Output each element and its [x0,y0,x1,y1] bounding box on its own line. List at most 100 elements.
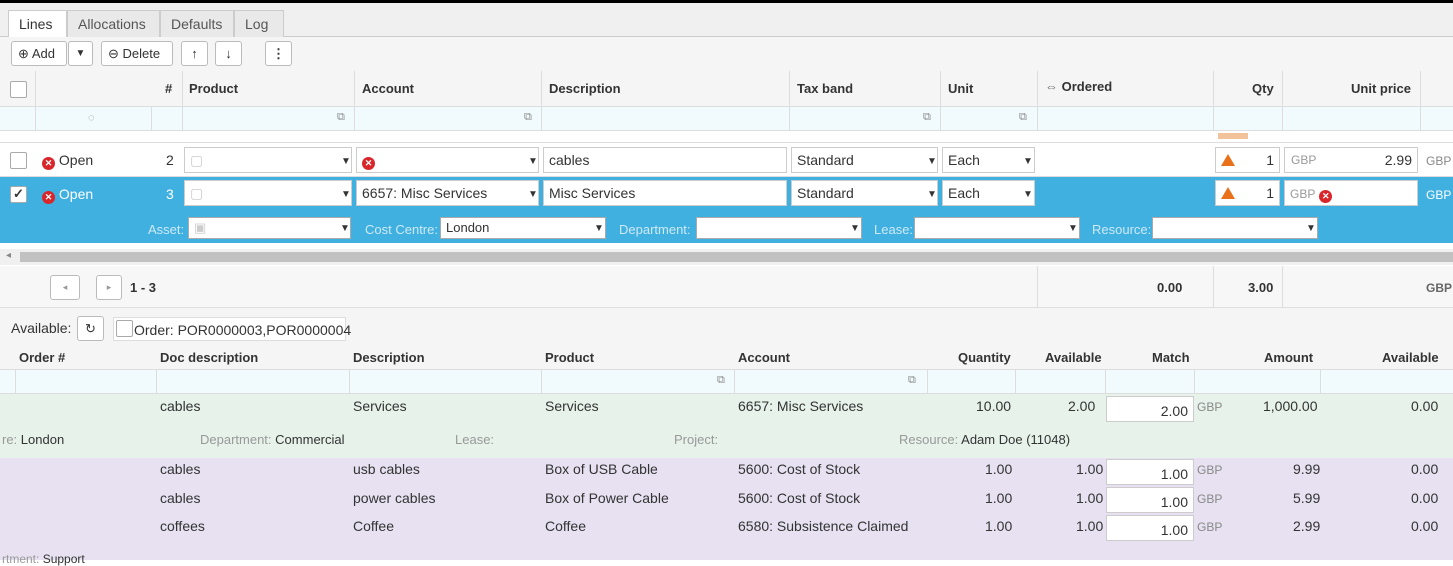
expand-icon[interactable]: ⧉ [717,374,725,387]
error-icon: ✕ [42,157,55,170]
chevron-left-icon: ◂ [62,282,68,292]
amount: 1,000.00 [1263,398,1318,414]
lines-footer: ◂ ▸ 1 - 3 0.00 3.00 GBP [0,266,1453,308]
chevron-down-icon[interactable]: ▼ [927,189,937,200]
resource-select[interactable] [1152,217,1318,239]
col-qty[interactable]: Qty [1252,71,1274,107]
match-input[interactable]: 1.00 [1106,487,1194,513]
tab-log[interactable]: Log [234,10,284,38]
tab-allocations[interactable]: Allocations [67,10,160,38]
tab-lines[interactable]: Lines [8,10,67,38]
table-row[interactable]: ✕ Open 2 ▢ ▼ ✕ ▼ cables Standard ▼ Each … [0,144,1453,177]
col-product[interactable]: Product [189,71,238,107]
match-input[interactable]: 2.00 [1106,396,1194,422]
scrollbar-thumb[interactable] [20,252,1453,262]
order-filter[interactable]: Order: POR0000003,POR0000004 [113,317,351,341]
currency-label: GBP [1197,400,1223,414]
tab-defaults[interactable]: Defaults [160,10,234,38]
resource-label: Resource: [1092,222,1152,237]
row-checkbox-checked[interactable]: ✓ [10,186,27,203]
col-quantity[interactable]: Quantity [958,346,1011,370]
tax-band-select[interactable]: Standard [791,180,938,206]
order-checkbox[interactable] [116,320,133,337]
expand-icon[interactable]: ⧉ [923,111,931,124]
select-all-checkbox[interactable] [10,81,27,98]
more-options-button[interactable]: ⋮ [265,41,292,66]
scroll-left-icon[interactable]: ◂ [6,250,11,261]
col-description[interactable]: Description [353,346,425,370]
match-input[interactable]: 1.00 [1106,515,1194,541]
product-select[interactable]: ▢ [184,147,352,173]
col-available[interactable]: Available [1045,346,1102,370]
project-label: Project: [674,432,719,447]
chevron-down-icon[interactable]: ▼ [1023,189,1033,200]
col-doc-description[interactable]: Doc description [160,346,258,370]
chevron-down-icon[interactable]: ▼ [1068,223,1078,234]
chevron-down-icon[interactable]: ▼ [594,223,604,234]
unit-select[interactable]: Each [942,180,1035,206]
expand-icon[interactable]: ⧉ [524,111,532,124]
description-input[interactable]: Misc Services [543,180,787,206]
col-tax-band[interactable]: Tax band [797,71,853,107]
available-2: 0.00 [1411,518,1439,534]
order-filter-text: Order: POR0000003,POR0000004 [134,322,352,338]
chevron-down-icon[interactable]: ▼ [341,156,351,167]
doc-description: cables [160,398,201,414]
chevron-down-icon[interactable]: ▼ [528,156,538,167]
available-label: Available: [11,320,72,336]
col-number[interactable]: # [165,71,172,107]
row-checkbox[interactable] [10,152,27,169]
col-available-2[interactable]: Available [1382,346,1439,370]
col-account[interactable]: Account [362,71,414,107]
add-dropdown-button[interactable]: ▼ [68,41,93,66]
move-up-button[interactable]: ↑ [181,41,208,66]
match-row-group-green: cables Services Services 6657: Misc Serv… [0,394,1453,458]
chevron-down-icon[interactable]: ▼ [927,156,937,167]
unit-price-input[interactable]: GBP ✕ [1284,180,1418,206]
next-page-button[interactable]: ▸ [96,275,122,300]
tax-band-select[interactable]: Standard [791,147,938,173]
chevron-down-icon[interactable]: ▼ [341,189,351,200]
chevron-down-icon[interactable]: ▼ [1306,223,1316,234]
account-select[interactable]: ✕ [356,147,539,173]
add-button[interactable]: ⊕ Add [11,41,67,66]
match-input[interactable]: 1.00 [1106,459,1194,485]
delete-button[interactable]: ⊖ Delete [101,41,173,66]
refresh-icon: ↻ [85,321,96,336]
lines-grid-header: # Product Account Description Tax band U… [0,71,1453,107]
account-select[interactable]: 6657: Misc Services [356,180,539,206]
col-ordered[interactable]: ⇔ Ordered [1045,69,1112,105]
prev-page-button[interactable]: ◂ [50,275,80,300]
col-amount[interactable]: Amount [1264,346,1313,370]
col-product[interactable]: Product [545,346,594,370]
product-select[interactable]: ▢ [184,180,352,206]
col-account[interactable]: Account [738,346,790,370]
col-match[interactable]: Match [1152,346,1190,370]
cost-centre-select[interactable]: London [440,217,606,239]
department-select[interactable] [696,217,862,239]
expand-icon[interactable]: ⧉ [337,111,345,124]
col-order-number[interactable]: Order # [19,346,65,370]
unit-price-input[interactable]: GBP 2.99 [1284,147,1418,173]
col-description[interactable]: Description [549,71,621,107]
chevron-down-icon[interactable]: ▼ [1023,156,1033,167]
expand-icon[interactable]: ⧉ [908,374,916,387]
move-down-button[interactable]: ↓ [215,41,242,66]
refresh-button[interactable]: ↻ [77,316,104,341]
unit-select[interactable]: Each [942,147,1035,173]
description-input[interactable]: cables [543,147,787,173]
lease-select[interactable] [914,217,1080,239]
expand-icon[interactable]: ⧉ [1019,111,1027,124]
chevron-down-icon[interactable]: ▼ [528,189,538,200]
department-label: Department: [619,222,691,237]
error-icon: ✕ [1319,190,1333,203]
selected-row[interactable]: ✓ ✕ Open 3 ▢ ▼ 6657: Misc Services ▼ Mis… [0,177,1453,243]
horizontal-scrollbar[interactable]: ◂ [0,249,1453,265]
currency-label: GBP [1197,520,1223,534]
col-unit[interactable]: Unit [948,71,973,107]
asset-select[interactable]: ▣ [188,217,351,239]
chevron-down-icon[interactable]: ▼ [340,223,350,234]
radio-icon: ◌ [88,112,95,124]
chevron-down-icon[interactable]: ▼ [850,223,860,234]
col-unit-price[interactable]: Unit price [1351,71,1411,107]
